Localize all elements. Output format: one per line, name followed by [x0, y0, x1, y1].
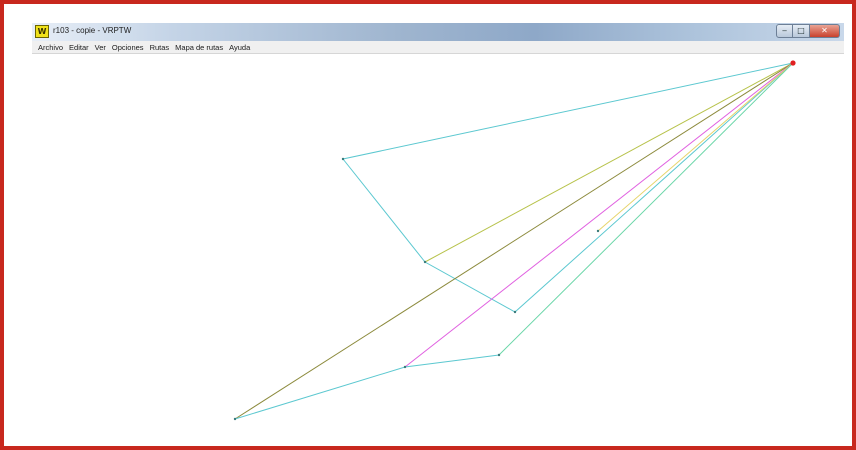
customer-node: [596, 229, 600, 233]
route-1-line: [342, 62, 794, 313]
customer-node: [513, 310, 517, 314]
route-5-line: [597, 62, 794, 232]
route-map-canvas: [233, 60, 796, 421]
customer-node: [233, 417, 237, 421]
customer-node: [341, 157, 345, 161]
customer-node: [423, 260, 427, 264]
route-4-line: [404, 62, 794, 368]
route-3-line: [234, 62, 794, 420]
depot-node: [790, 60, 796, 66]
customer-node: [497, 353, 501, 357]
route-bottom-line: [234, 354, 500, 420]
customer-node: [403, 365, 407, 369]
route-2-line: [424, 62, 794, 263]
route-6-line: [498, 62, 794, 356]
